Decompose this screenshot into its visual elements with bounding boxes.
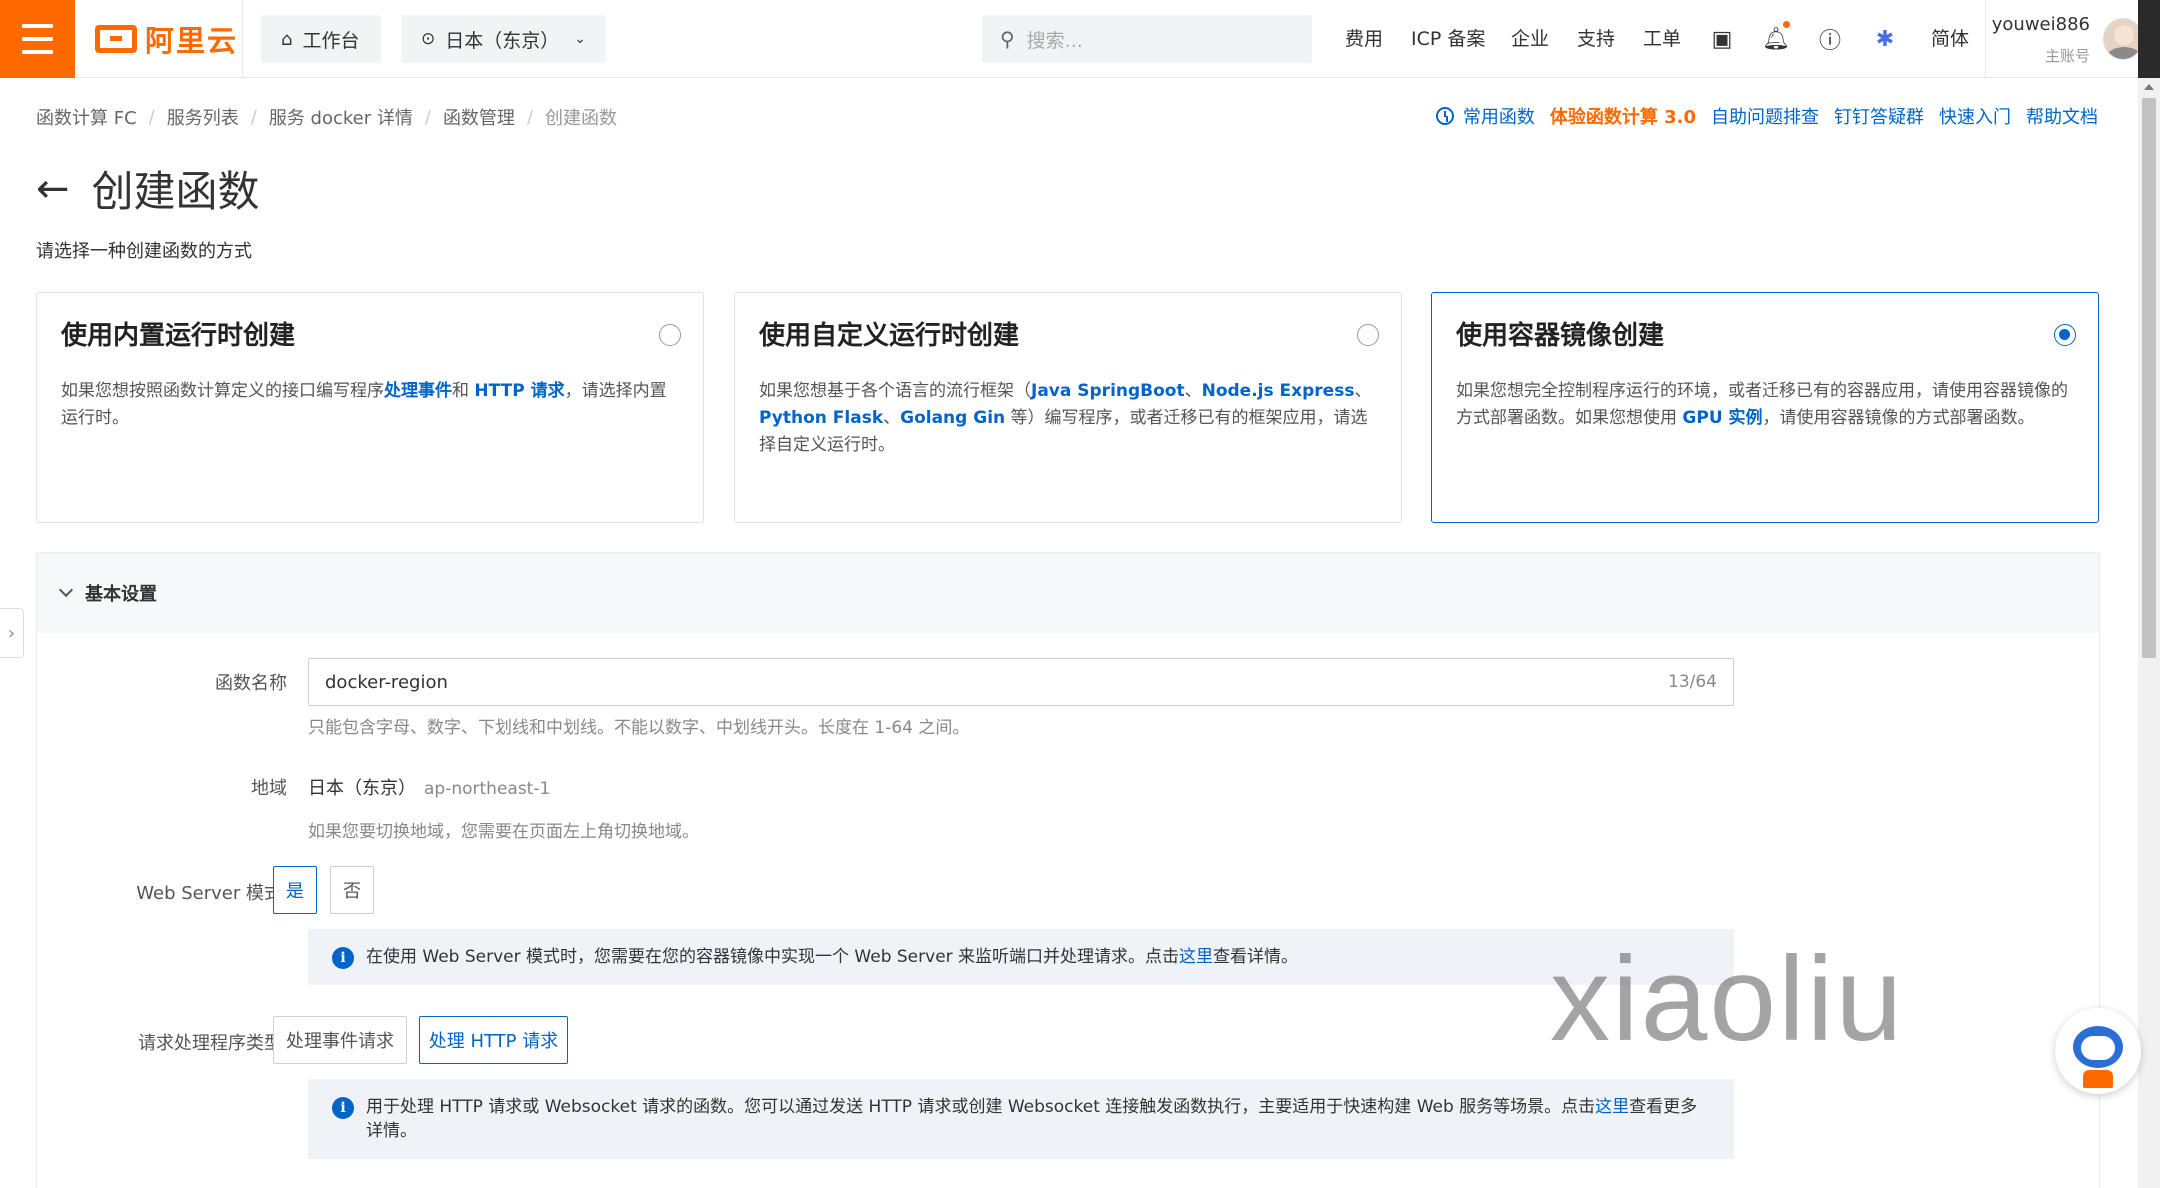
card-builtin-runtime[interactable]: 使用内置运行时创建 如果您想按照函数计算定义的接口编写程序处理事件和 HTTP … — [36, 292, 704, 523]
notification-dot — [1783, 21, 1790, 28]
web-server-yes-button[interactable]: 是 — [273, 866, 317, 914]
card-title: 使用自定义运行时创建 — [759, 321, 1020, 351]
radio-custom-runtime[interactable] — [1357, 324, 1379, 346]
card-container-image[interactable]: 使用容器镜像创建 如果您想完全控制程序运行的环境，或者迁移已有的容器应用，请使用… — [1431, 292, 2099, 523]
web-server-notice: i 在使用 Web Server 模式时，您需要在您的容器镜像中实现一个 Web… — [308, 929, 1734, 985]
language-switch[interactable]: 简体 — [1931, 24, 1969, 51]
web-server-no-button[interactable]: 否 — [330, 866, 374, 914]
window-corner — [2138, 0, 2160, 78]
divider — [242, 0, 243, 78]
info-icon: i — [332, 1097, 354, 1119]
nav-enterprise[interactable]: 企业 — [1511, 24, 1549, 51]
assistant-icon[interactable]: ✱ — [1870, 24, 1900, 54]
region-help: 如果您要切换地域，您需要在页面左上角切换地域。 — [308, 822, 699, 842]
terminal-icon[interactable]: ▣ — [1707, 24, 1737, 54]
nav-billing[interactable]: 费用 — [1345, 24, 1383, 51]
card-description: 如果您想完全控制程序运行的环境，或者迁移已有的容器应用，请使用容器镜像的方式部署… — [1456, 381, 2068, 428]
page-subtitle: 请选择一种创建函数的方式 — [36, 241, 252, 262]
card-description: 如果您想按照函数计算定义的接口编写程序处理事件和 HTTP 请求，请选择内置运行… — [61, 381, 667, 428]
back-arrow-icon[interactable]: ← — [36, 169, 70, 209]
handler-type-label: 请求处理程序类型 — [138, 1033, 282, 1054]
info-icon: i — [332, 947, 354, 969]
function-name-label: 函数名称 — [215, 673, 287, 694]
location-pin-icon: ⊙ — [421, 29, 436, 49]
web-server-mode-label: Web Server 模式 — [136, 883, 282, 904]
card-description: 如果您想基于各个语言的流行框架（Java SpringBoot、Node.js … — [759, 381, 1372, 455]
breadcrumb-service-list[interactable]: 服务列表 — [167, 104, 239, 130]
link-docs[interactable]: 帮助文档 — [2026, 103, 2098, 129]
nav-icp[interactable]: ICP 备案 — [1411, 24, 1485, 51]
aliyun-logo[interactable]: 阿里云 — [95, 18, 238, 60]
bell-icon[interactable]: 🔔︎ — [1761, 21, 1791, 54]
clock-icon — [1435, 107, 1454, 125]
region-label: 地域 — [251, 778, 287, 799]
handler-event-button[interactable]: 处理事件请求 — [273, 1016, 407, 1064]
customer-service-bot-icon[interactable] — [2055, 1008, 2141, 1094]
breadcrumb-current: 创建函数 — [545, 108, 618, 129]
breadcrumb-function-mgmt[interactable]: 函数管理 — [443, 104, 515, 130]
basic-settings-panel: 基本设置 函数名称 docker-region 13/64 只能包含字母、数字、… — [36, 552, 2100, 1188]
breadcrumb: 函数计算 FC / 服务列表 / 服务 docker 详情 / 函数管理 / 创建函数 — [36, 104, 617, 130]
char-counter: 13/64 — [1668, 672, 1717, 692]
vertical-scrollbar[interactable] — [2138, 78, 2160, 1188]
top-navbar: 阿里云 ⌂ 工作台 ⊙ 日本（东京） ⌄ ⚲ 搜索... 费用 ICP 备案 企… — [0, 0, 2160, 78]
link-try-fc3[interactable]: 体验函数计算 3.0 — [1550, 103, 1696, 129]
help-icon[interactable]: ⓘ — [1815, 24, 1845, 54]
breadcrumb-fc[interactable]: 函数计算 FC — [36, 104, 137, 130]
scroll-up-arrow-icon[interactable] — [2144, 84, 2154, 90]
function-name-input[interactable]: docker-region 13/64 — [308, 658, 1734, 706]
aliyun-logo-icon — [95, 25, 137, 53]
basic-settings-header[interactable]: 基本设置 — [37, 553, 2099, 633]
radio-container-image[interactable] — [2054, 324, 2076, 346]
chevron-down-icon: ⌄ — [574, 31, 586, 47]
card-title: 使用容器镜像创建 — [1456, 321, 1665, 351]
breadcrumb-service-detail[interactable]: 服务 docker 详情 — [269, 104, 413, 130]
watermark-text: xiaoliu — [1550, 932, 1905, 1066]
function-name-help: 只能包含字母、数字、下划线和中划线。不能以数字、中划线开头。长度在 1-64 之… — [308, 718, 970, 738]
search-icon: ⚲ — [1000, 27, 1015, 51]
web-server-details-link[interactable]: 这里 — [1179, 947, 1213, 967]
handler-http-button[interactable]: 处理 HTTP 请求 — [419, 1016, 568, 1064]
search-input[interactable]: ⚲ 搜索... — [982, 15, 1312, 63]
handler-details-link[interactable]: 这里 — [1595, 1097, 1629, 1117]
link-self-diagnose[interactable]: 自助问题排查 — [1711, 103, 1819, 129]
quick-links: 常用函数 体验函数计算 3.0 自助问题排查 钉钉答疑群 快速入门 帮助文档 — [1435, 103, 2098, 129]
link-quickstart[interactable]: 快速入门 — [1939, 103, 2011, 129]
radio-builtin-runtime[interactable] — [659, 324, 681, 346]
user-info[interactable]: youwei886 主账号 — [1985, 14, 2090, 66]
chevron-right-icon: › — [7, 622, 16, 644]
link-dingtalk[interactable]: 钉钉答疑群 — [1834, 103, 1924, 129]
handler-notice: i 用于处理 HTTP 请求或 Websocket 请求的函数。您可以通过发送 … — [308, 1079, 1734, 1159]
nav-support[interactable]: 支持 — [1577, 24, 1615, 51]
card-custom-runtime[interactable]: 使用自定义运行时创建 如果您想基于各个语言的流行框架（Java SpringBo… — [734, 292, 1402, 523]
region-selector[interactable]: ⊙ 日本（东京） ⌄ — [401, 15, 606, 63]
region-value: 日本（东京） ap-northeast-1 — [308, 778, 551, 799]
page-title: 创建函数 — [91, 167, 260, 216]
hamburger-menu-icon[interactable] — [0, 0, 75, 78]
chevron-down-icon — [58, 582, 74, 598]
link-common-functions[interactable]: 常用函数 — [1463, 103, 1535, 129]
page-title-row: ← 创建函数 — [36, 158, 260, 219]
sidebar-expand-handle[interactable]: › — [0, 608, 24, 658]
scrollbar-thumb[interactable] — [2142, 98, 2156, 658]
workbench-button[interactable]: ⌂ 工作台 — [261, 15, 381, 63]
home-icon: ⌂ — [281, 28, 293, 50]
card-title: 使用内置运行时创建 — [61, 321, 296, 351]
avatar[interactable] — [2103, 18, 2143, 60]
nav-ticket[interactable]: 工单 — [1643, 24, 1681, 51]
